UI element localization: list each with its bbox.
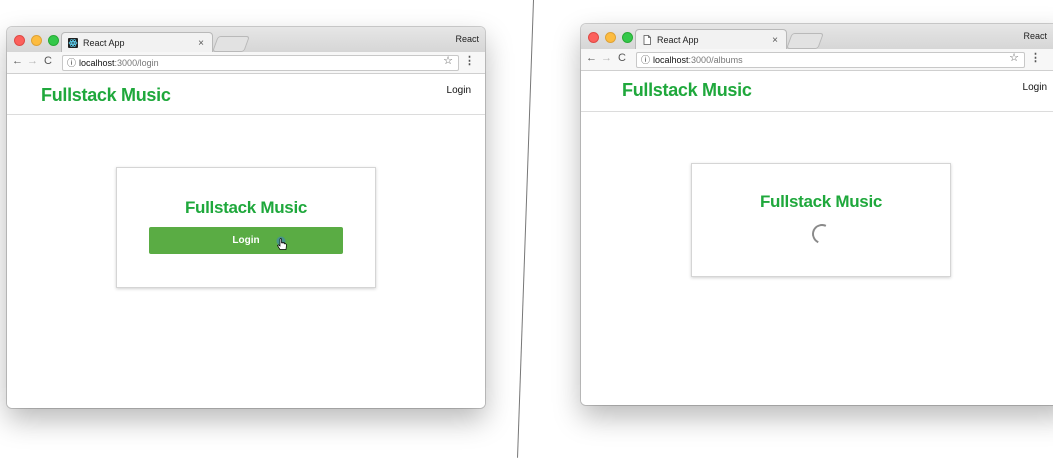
brand-logo[interactable]: Fullstack Music xyxy=(41,85,171,106)
forward-arrow-icon[interactable]: → xyxy=(27,55,38,67)
reload-icon[interactable]: C xyxy=(44,55,52,67)
new-tab-button[interactable] xyxy=(212,36,250,52)
menu-dots-icon[interactable]: ⋮ xyxy=(1030,51,1041,64)
login-button[interactable]: Login xyxy=(149,227,343,254)
tab-close-icon[interactable]: × xyxy=(772,35,778,46)
url-path: :3000/albums xyxy=(688,55,743,65)
menu-dots-icon[interactable]: ⋮ xyxy=(464,54,475,67)
star-bookmark-icon[interactable]: ☆ xyxy=(1009,51,1019,64)
maximize-window-button[interactable] xyxy=(48,35,59,46)
app-navbar: Fullstack Music Login xyxy=(7,74,485,115)
nav-login-link[interactable]: Login xyxy=(447,85,471,96)
card-title: Fullstack Music xyxy=(184,198,308,217)
window-controls xyxy=(588,32,633,43)
back-arrow-icon[interactable]: ← xyxy=(586,52,597,64)
page-content: Fullstack Music Login Fullstack Music Lo… xyxy=(7,74,485,408)
browser-window-albums: React App × React ← → C ⓘ localhost:3000/… xyxy=(581,24,1053,405)
browser-window-login: React App × React ← → C ⓘ localhost:3000/… xyxy=(7,27,485,408)
reload-icon[interactable]: C xyxy=(618,52,626,64)
url-input[interactable]: ⓘ localhost:3000/login xyxy=(62,55,459,71)
info-icon[interactable]: ⓘ xyxy=(67,58,76,68)
profile-label[interactable]: React xyxy=(455,34,479,44)
tab-bar: React App × React xyxy=(581,24,1053,50)
profile-label[interactable]: React xyxy=(1023,31,1047,41)
hand-cursor-icon xyxy=(275,236,289,257)
tab-react-app[interactable]: React App × xyxy=(635,29,787,50)
minimize-window-button[interactable] xyxy=(31,35,42,46)
close-window-button[interactable] xyxy=(588,32,599,43)
page-document-icon xyxy=(642,35,652,45)
url-host: localhost xyxy=(79,58,115,68)
star-bookmark-icon[interactable]: ☆ xyxy=(443,54,453,67)
close-window-button[interactable] xyxy=(14,35,25,46)
back-arrow-icon[interactable]: ← xyxy=(12,55,23,67)
minimize-window-button[interactable] xyxy=(605,32,616,43)
card-title: Fullstack Music xyxy=(759,192,883,211)
nav-login-link[interactable]: Login xyxy=(1023,82,1047,93)
login-card: Fullstack Music Login xyxy=(116,167,376,288)
info-icon[interactable]: ⓘ xyxy=(641,55,650,65)
tab-title: React App xyxy=(83,38,125,48)
address-bar: ← → C ⓘ localhost:3000/login ☆ ⋮ xyxy=(7,52,485,74)
tab-close-icon[interactable]: × xyxy=(198,38,204,49)
tab-react-app[interactable]: React App × xyxy=(61,32,213,53)
url-host: localhost xyxy=(653,55,689,65)
maximize-window-button[interactable] xyxy=(622,32,633,43)
brand-logo[interactable]: Fullstack Music xyxy=(622,80,752,101)
tab-bar: React App × React xyxy=(7,27,485,53)
forward-arrow-icon[interactable]: → xyxy=(601,52,612,64)
divider-line xyxy=(517,0,534,458)
new-tab-button[interactable] xyxy=(786,33,824,49)
loading-card: Fullstack Music xyxy=(691,163,951,277)
url-input[interactable]: ⓘ localhost:3000/albums xyxy=(636,52,1025,68)
page-content: Fullstack Music Login Fullstack Music xyxy=(581,71,1053,405)
window-controls xyxy=(14,35,59,46)
react-favicon-icon xyxy=(68,38,78,48)
address-bar: ← → C ⓘ localhost:3000/albums ☆ ⋮ xyxy=(581,49,1053,71)
app-navbar: Fullstack Music Login xyxy=(581,71,1053,112)
loading-spinner-icon xyxy=(809,221,835,247)
tab-title: React App xyxy=(657,35,699,45)
url-path: :3000/login xyxy=(114,58,159,68)
